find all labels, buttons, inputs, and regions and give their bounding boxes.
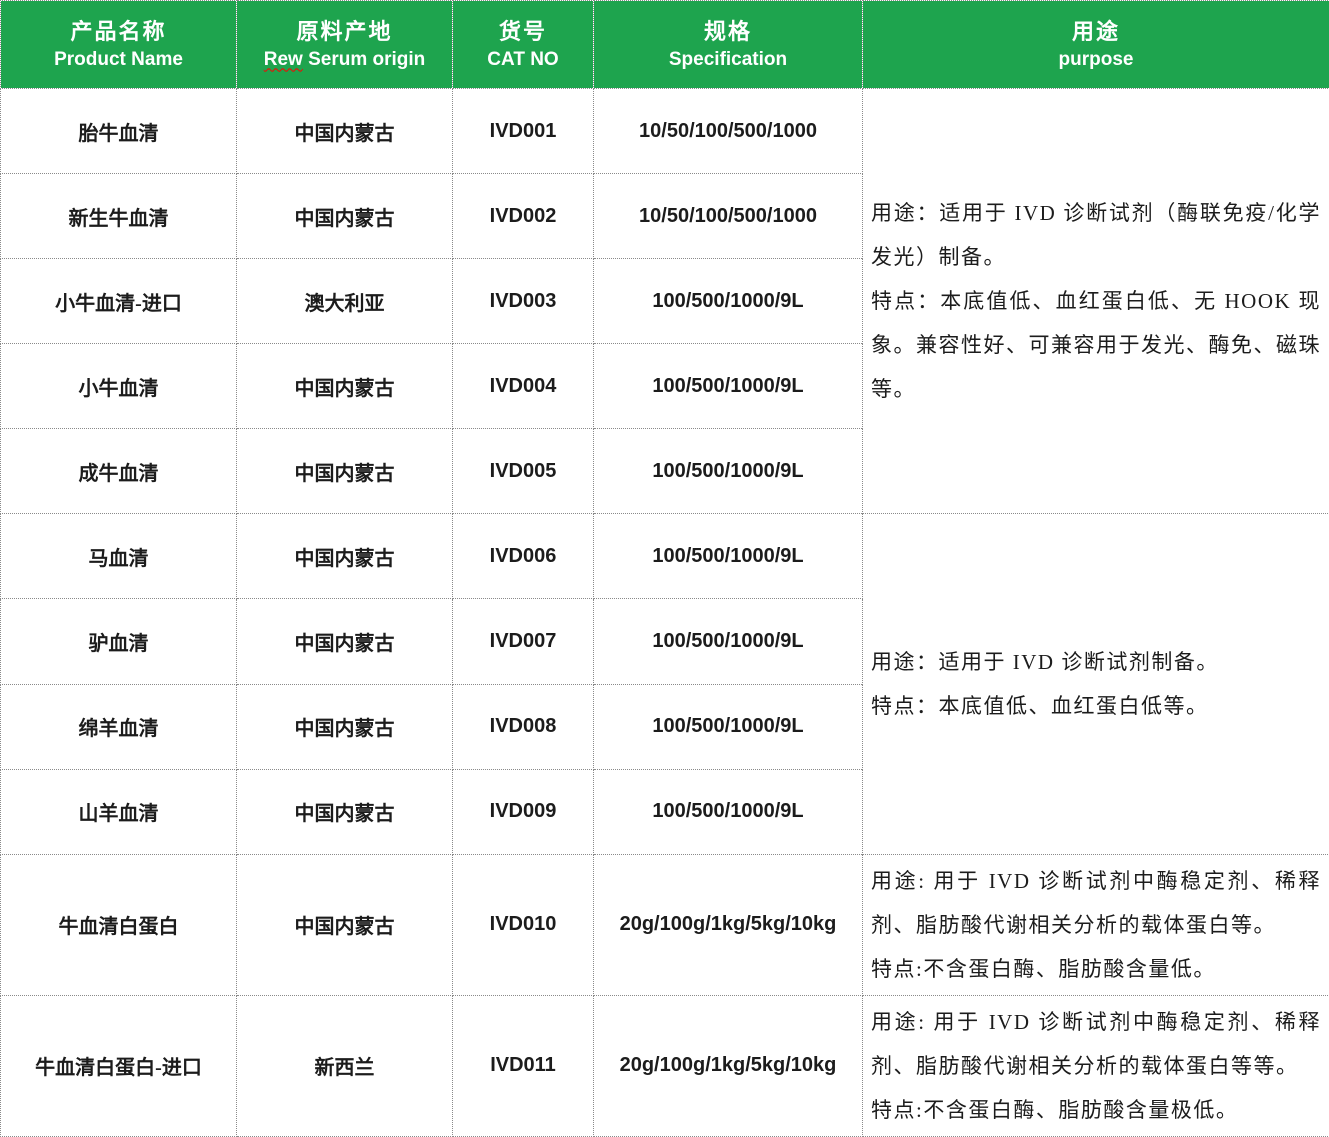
cell-spec: 100/500/1000/9L [594, 514, 863, 599]
cell-origin: 中国内蒙古 [237, 174, 453, 259]
ivd-product-table: 产品名称 Product Name 原料产地 Rew Serum origin … [0, 0, 1329, 1137]
cell-product-name: 牛血清白蛋白-进口 [1, 995, 237, 1136]
cell-origin: 澳大利亚 [237, 259, 453, 344]
header-spec-en: Specification [594, 47, 862, 73]
origin-en-rest: Serum origin [303, 49, 425, 70]
header-cat-no-en: CAT NO [453, 47, 593, 73]
purpose-features-text: 特点:不含蛋白酶、脂肪酸含量极低。 [871, 1088, 1321, 1132]
cell-purpose-group-4: 用途: 用于 IVD 诊断试剂中酶稳定剂、稀释剂、脂肪酸代谢相关分析的载体蛋白等… [863, 995, 1329, 1136]
cell-spec: 10/50/100/500/1000 [594, 89, 863, 174]
cell-spec: 100/500/1000/9L [594, 344, 863, 429]
table-row: 牛血清白蛋白 中国内蒙古 IVD010 20g/100g/1kg/5kg/10k… [1, 854, 1329, 995]
cell-product-name: 驴血清 [1, 599, 237, 684]
purpose-usage-text: 用途: 用于 IVD 诊断试剂中酶稳定剂、稀释剂、脂肪酸代谢相关分析的载体蛋白等… [871, 859, 1321, 947]
cell-spec: 100/500/1000/9L [594, 429, 863, 514]
cell-cat-no: IVD004 [453, 344, 594, 429]
cell-cat-no: IVD008 [453, 684, 594, 769]
header-product-name-zh: 产品名称 [1, 17, 236, 47]
cell-product-name: 小牛血清-进口 [1, 259, 237, 344]
cell-cat-no: IVD009 [453, 769, 594, 854]
cell-spec: 100/500/1000/9L [594, 599, 863, 684]
table-row: 胎牛血清 中国内蒙古 IVD001 10/50/100/500/1000 用途：… [1, 89, 1329, 174]
cell-cat-no: IVD002 [453, 174, 594, 259]
cell-origin: 中国内蒙古 [237, 769, 453, 854]
cell-cat-no: IVD006 [453, 514, 594, 599]
purpose-usage-text: 用途：适用于 IVD 诊断试剂制备。 [871, 640, 1321, 684]
purpose-usage-text: 用途: 用于 IVD 诊断试剂中酶稳定剂、稀释剂、脂肪酸代谢相关分析的载体蛋白等… [871, 1000, 1321, 1088]
cell-origin: 新西兰 [237, 995, 453, 1136]
cell-cat-no: IVD010 [453, 854, 594, 995]
purpose-features-text: 特点：本底值低、血红蛋白低等。 [871, 684, 1321, 728]
header-origin-zh: 原料产地 [237, 17, 452, 47]
purpose-features-text: 特点：本底值低、血红蛋白低、无 HOOK 现象。兼容性好、可兼容用于发光、酶免、… [871, 279, 1321, 411]
header-specification: 规格 Specification [594, 1, 863, 89]
header-spec-zh: 规格 [594, 17, 862, 47]
header-purpose-zh: 用途 [863, 17, 1329, 47]
cell-origin: 中国内蒙古 [237, 684, 453, 769]
header-cat-no: 货号 CAT NO [453, 1, 594, 89]
cell-cat-no: IVD003 [453, 259, 594, 344]
table-row: 马血清 中国内蒙古 IVD006 100/500/1000/9L 用途：适用于 … [1, 514, 1329, 599]
header-purpose-en: purpose [863, 47, 1329, 73]
cell-product-name: 牛血清白蛋白 [1, 854, 237, 995]
cell-spec: 100/500/1000/9L [594, 769, 863, 854]
cell-origin: 中国内蒙古 [237, 89, 453, 174]
cell-purpose-group-1: 用途：适用于 IVD 诊断试剂（酶联免疫/化学发光）制备。 特点：本底值低、血红… [863, 89, 1329, 514]
header-raw-serum-origin: 原料产地 Rew Serum origin [237, 1, 453, 89]
header-product-name-en: Product Name [1, 47, 236, 73]
cell-product-name: 绵羊血清 [1, 684, 237, 769]
cell-spec: 100/500/1000/9L [594, 259, 863, 344]
cell-purpose-group-3: 用途: 用于 IVD 诊断试剂中酶稳定剂、稀释剂、脂肪酸代谢相关分析的载体蛋白等… [863, 854, 1329, 995]
header-product-name: 产品名称 Product Name [1, 1, 237, 89]
cell-product-name: 山羊血清 [1, 769, 237, 854]
cell-product-name: 新生牛血清 [1, 174, 237, 259]
cell-cat-no: IVD005 [453, 429, 594, 514]
cell-cat-no: IVD011 [453, 995, 594, 1136]
table-header: 产品名称 Product Name 原料产地 Rew Serum origin … [1, 1, 1329, 89]
cell-product-name: 胎牛血清 [1, 89, 237, 174]
cell-origin: 中国内蒙古 [237, 599, 453, 684]
cell-product-name: 成牛血清 [1, 429, 237, 514]
cell-purpose-group-2: 用途：适用于 IVD 诊断试剂制备。 特点：本底值低、血红蛋白低等。 [863, 514, 1329, 854]
cell-cat-no: IVD007 [453, 599, 594, 684]
cell-origin: 中国内蒙古 [237, 854, 453, 995]
misspelled-word: Rew [264, 49, 303, 70]
header-row: 产品名称 Product Name 原料产地 Rew Serum origin … [1, 1, 1329, 89]
header-origin-en: Rew Serum origin [237, 47, 452, 73]
cell-spec: 20g/100g/1kg/5kg/10kg [594, 995, 863, 1136]
cell-spec: 100/500/1000/9L [594, 684, 863, 769]
cell-spec: 20g/100g/1kg/5kg/10kg [594, 854, 863, 995]
cell-origin: 中国内蒙古 [237, 514, 453, 599]
cell-cat-no: IVD001 [453, 89, 594, 174]
cell-product-name: 马血清 [1, 514, 237, 599]
table-row: 牛血清白蛋白-进口 新西兰 IVD011 20g/100g/1kg/5kg/10… [1, 995, 1329, 1136]
cell-product-name: 小牛血清 [1, 344, 237, 429]
cell-origin: 中国内蒙古 [237, 429, 453, 514]
header-purpose: 用途 purpose [863, 1, 1329, 89]
purpose-features-text: 特点:不含蛋白酶、脂肪酸含量低。 [871, 947, 1321, 991]
header-cat-no-zh: 货号 [453, 17, 593, 47]
purpose-usage-text: 用途：适用于 IVD 诊断试剂（酶联免疫/化学发光）制备。 [871, 191, 1321, 279]
cell-spec: 10/50/100/500/1000 [594, 174, 863, 259]
cell-origin: 中国内蒙古 [237, 344, 453, 429]
